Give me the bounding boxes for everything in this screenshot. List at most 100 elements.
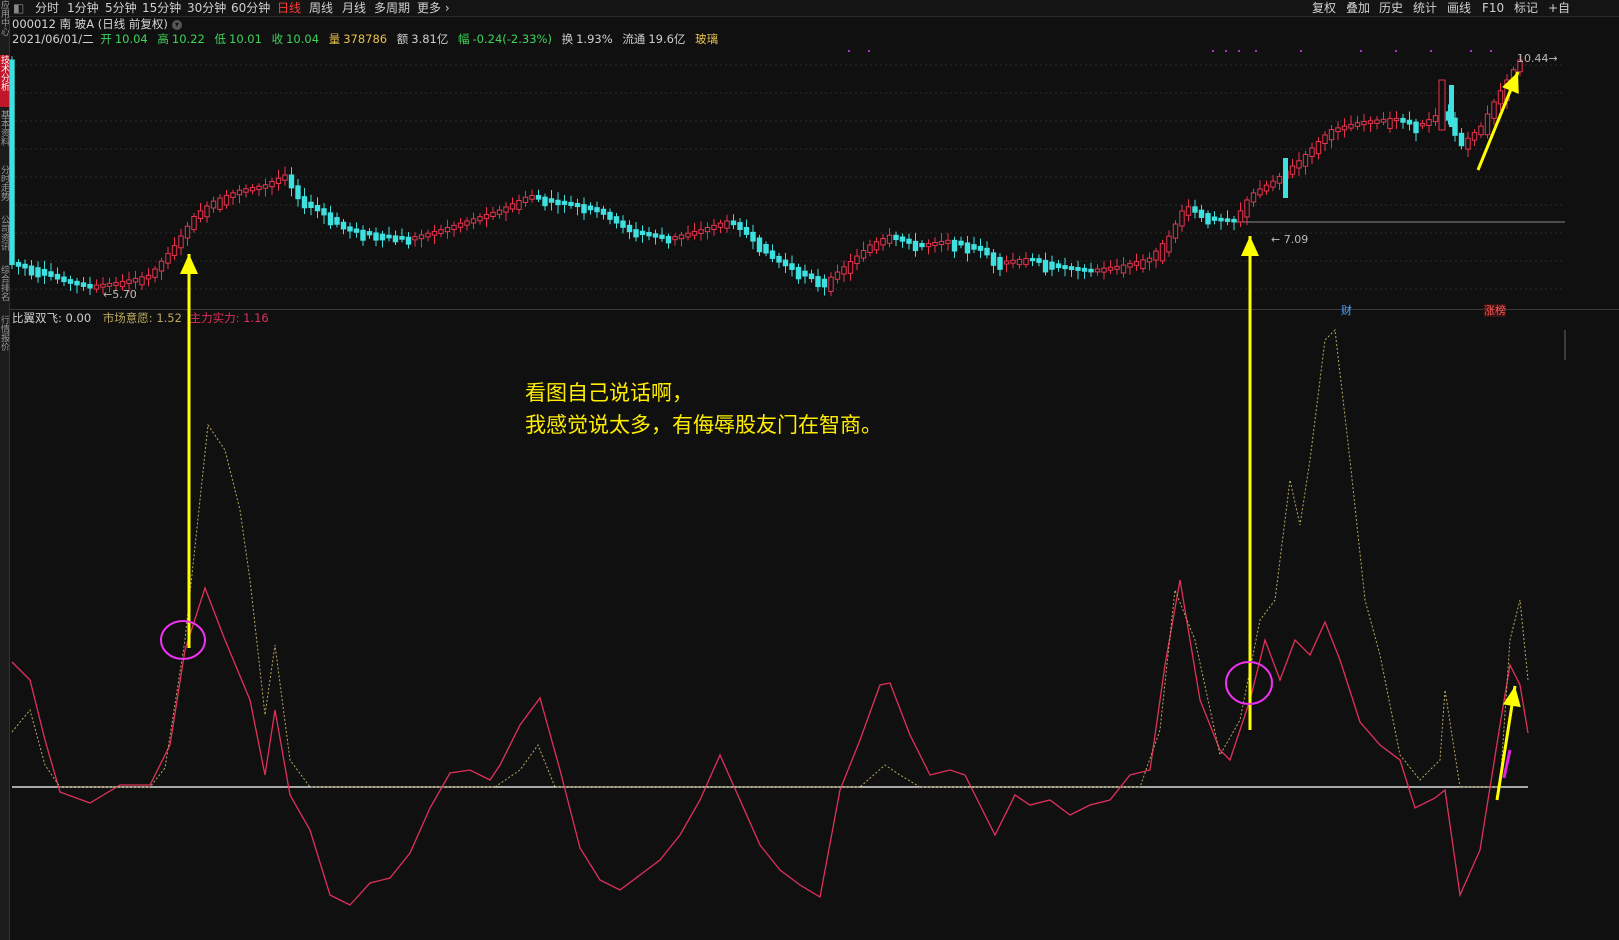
- candle-body: [672, 236, 678, 241]
- candle-body: [1400, 117, 1406, 123]
- candle-body: [932, 242, 938, 247]
- candle-body: [594, 207, 600, 213]
- candle-body: [1081, 267, 1088, 272]
- candle-body: [15, 262, 22, 267]
- candle-body: [815, 276, 821, 288]
- candle-body: [958, 240, 964, 246]
- candle-body: [340, 221, 347, 230]
- candle-body: [256, 185, 262, 190]
- candle-body: [1205, 213, 1211, 225]
- candle-body: [269, 181, 275, 188]
- candle-body: [587, 205, 594, 211]
- candle-body: [503, 206, 509, 213]
- candle-body: [1127, 262, 1133, 268]
- annotation-line-2: 我感觉说太多，有侮辱股友门在智商。: [525, 413, 882, 437]
- candle-body: [704, 227, 711, 233]
- candle-body: [802, 270, 808, 277]
- candle-body: [1419, 123, 1426, 127]
- candle-body: [490, 211, 496, 217]
- candle-body: [1322, 134, 1328, 144]
- candle-body: [867, 244, 873, 254]
- candle-body: [67, 279, 74, 284]
- candle-body: [431, 230, 438, 236]
- candle-body: [1367, 120, 1374, 125]
- candle-body: [470, 218, 477, 224]
- candle-body: [984, 247, 990, 256]
- candle-body: [171, 245, 178, 256]
- candle-body: [392, 235, 399, 243]
- candle-body: [1302, 154, 1309, 167]
- candle-body: [301, 196, 308, 209]
- candle-body: [1166, 235, 1172, 253]
- candle-body: [9, 59, 15, 266]
- candle-body: [659, 234, 665, 239]
- candle-body: [314, 205, 321, 212]
- candle-body: [1023, 258, 1029, 266]
- candle-body: [652, 233, 659, 238]
- candle-body: [1016, 258, 1023, 266]
- candle-body: [1432, 115, 1439, 123]
- candle-body: [477, 216, 483, 222]
- candle-body: [548, 198, 555, 203]
- candle-body: [925, 243, 932, 248]
- signal-dot: [1395, 50, 1397, 52]
- candle-body: [139, 276, 145, 286]
- candle-body: [964, 242, 971, 254]
- candle-body: [334, 217, 340, 225]
- candle-body: [750, 231, 756, 242]
- candle-body: [321, 208, 327, 216]
- candle-body: [35, 267, 41, 278]
- candle-body: [1107, 266, 1114, 271]
- candle-body: [685, 232, 691, 238]
- candle-body: [763, 244, 769, 254]
- candle-body: [204, 205, 210, 218]
- candle-body: [1465, 137, 1471, 150]
- candle-body: [1231, 218, 1237, 223]
- arrow-1-head: [180, 254, 198, 274]
- candle-body: [1296, 160, 1302, 169]
- kline-chart-canvas[interactable]: [0, 0, 1619, 940]
- limit-up-event-badge[interactable]: 涨榜: [1484, 304, 1506, 317]
- annotation-line-1: 看图自己说话啊，: [525, 381, 693, 405]
- candle-body: [360, 229, 366, 241]
- candle-body: [308, 201, 314, 208]
- candle-body: [210, 200, 217, 209]
- candle-body: [412, 236, 418, 241]
- candle-body: [1192, 206, 1198, 213]
- candle-body: [1406, 119, 1413, 125]
- candle-body: [1133, 261, 1140, 266]
- candle-body: [873, 241, 880, 251]
- candle-body: [379, 233, 386, 241]
- candle-body: [971, 244, 977, 250]
- candle-body: [249, 187, 256, 192]
- candle-body: [555, 199, 561, 206]
- candle-body: [808, 273, 815, 280]
- candle-body: [1224, 218, 1231, 222]
- candle-body: [1393, 117, 1400, 122]
- candle-body: [1140, 259, 1146, 270]
- candle-body: [106, 282, 113, 287]
- candle-body: [80, 282, 87, 287]
- candle-body: [789, 263, 795, 270]
- candle-body: [1283, 158, 1288, 198]
- candle-body: [158, 260, 165, 272]
- candle-body: [626, 224, 633, 233]
- candle-body: [373, 232, 379, 241]
- candle-body: [834, 271, 841, 280]
- candle-body: [275, 177, 282, 184]
- candle-body: [1289, 165, 1296, 175]
- candle-body: [1335, 127, 1341, 133]
- candle-body: [41, 268, 48, 276]
- signal-dot: [848, 50, 850, 52]
- price-high-label: 10.44→: [1517, 52, 1558, 65]
- signal-dot: [1255, 50, 1257, 52]
- candle-body: [977, 245, 984, 251]
- candle-body: [919, 243, 925, 248]
- candle-body: [1198, 209, 1205, 218]
- candle-body: [769, 250, 776, 259]
- candle-body: [184, 225, 191, 239]
- candle-body: [1068, 266, 1075, 271]
- finance-event-badge[interactable]: 财: [1341, 304, 1352, 317]
- candle-body: [48, 271, 54, 277]
- candle-body: [1172, 223, 1179, 239]
